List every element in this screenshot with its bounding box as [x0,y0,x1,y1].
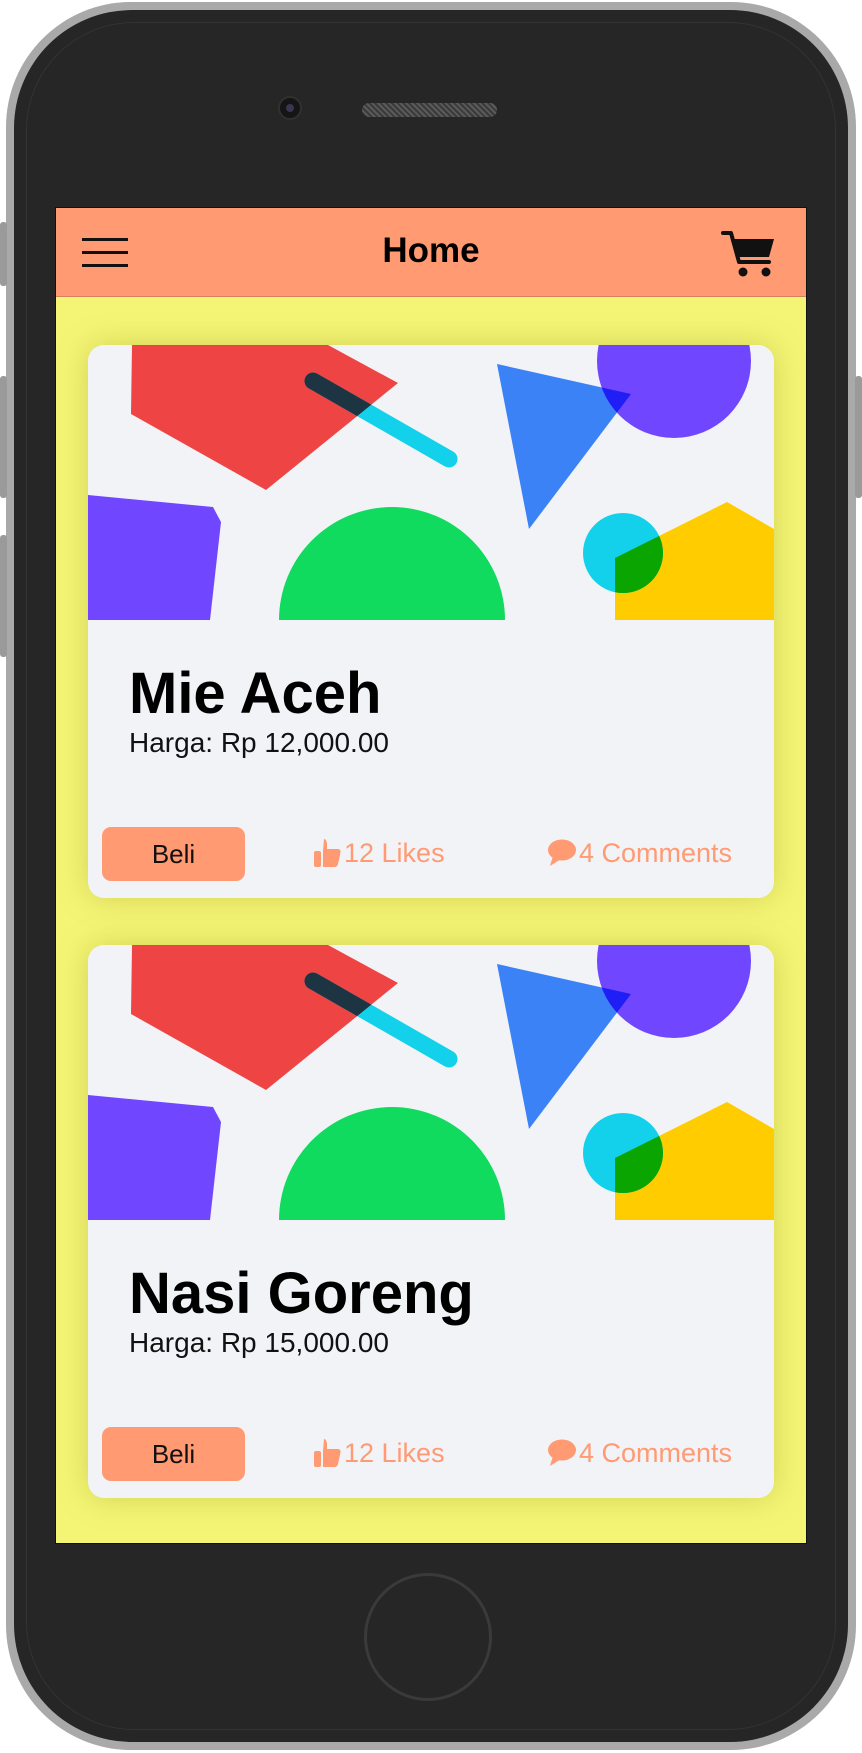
likes-count: 12 Likes [344,1437,445,1468]
product-image [88,945,774,1220]
product-price: Harga: Rp 12,000.00 [129,727,389,758]
buy-button[interactable]: Beli [102,827,245,881]
top-app-bar: Home [56,208,806,297]
like-button[interactable]: 12 Likes [312,836,445,870]
comment-icon [548,839,576,866]
volume-up-button [0,376,7,498]
earpiece-speaker [362,103,497,117]
home-button[interactable] [364,1573,492,1701]
page-title: Home [382,231,480,270]
product-price: Harga: Rp 15,000.00 [129,1327,389,1358]
comment-button[interactable]: 4 Comments [547,1436,732,1470]
product-image [88,345,774,620]
comment-icon [548,1439,576,1466]
product-card: Mie Aceh Harga: Rp 12,000.00 Beli 12 Lik… [88,345,774,898]
comments-count: 4 Comments [579,1437,733,1468]
volume-down-button [0,535,7,657]
cart-icon[interactable] [721,228,777,280]
likes-count: 12 Likes [344,837,445,868]
like-button[interactable]: 12 Likes [312,1436,445,1470]
thumbs-up-icon [314,1439,341,1467]
comment-button[interactable]: 4 Comments [547,836,732,870]
silent-switch [0,222,7,286]
power-button [855,376,862,498]
front-camera [278,96,302,120]
app-screen: Home Mie Aceh Harga: Rp 12,000.00 Beli 1… [55,207,807,1544]
comments-count: 4 Comments [579,837,733,868]
product-card: Nasi Goreng Harga: Rp 15,000.00 Beli 12 … [88,945,774,1498]
product-name: Mie Aceh [129,661,382,726]
product-name: Nasi Goreng [129,1261,474,1326]
buy-button[interactable]: Beli [102,1427,245,1481]
thumbs-up-icon [314,839,341,867]
